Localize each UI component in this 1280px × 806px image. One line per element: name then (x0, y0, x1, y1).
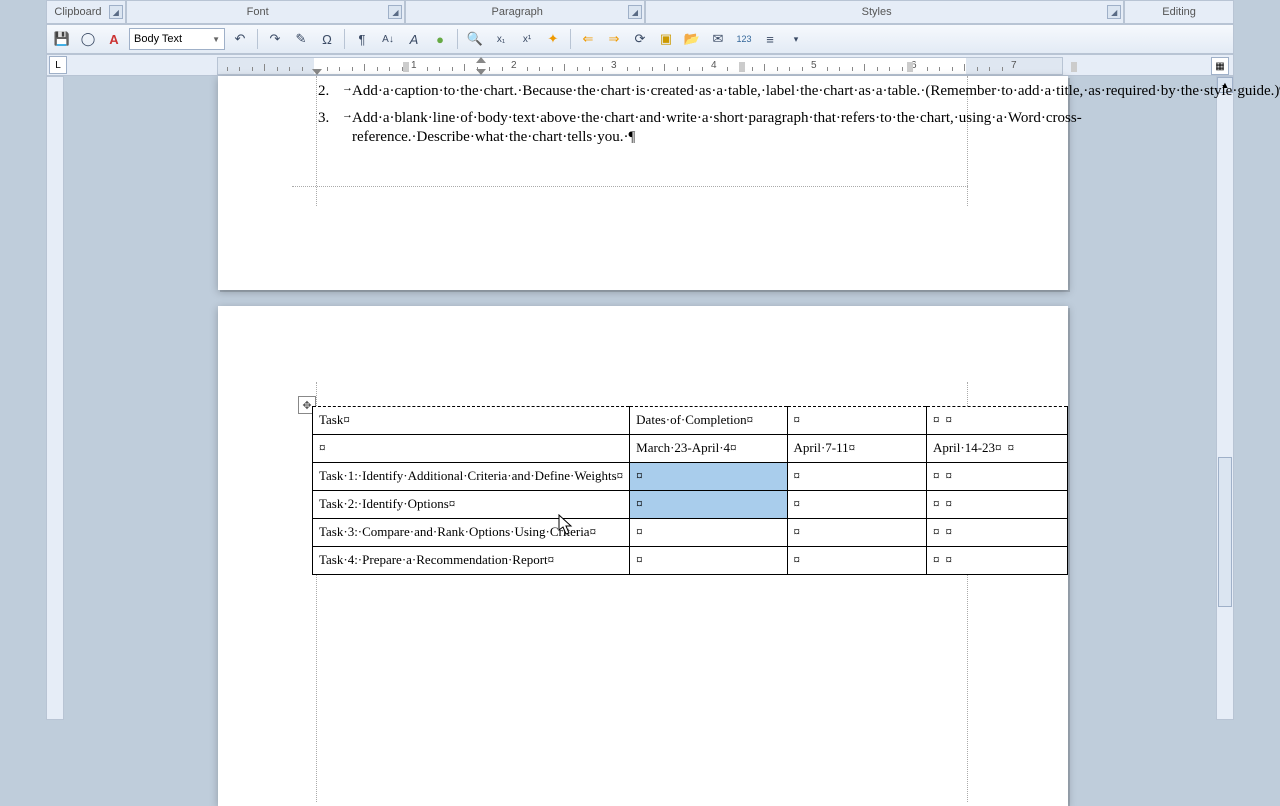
ribbon-group-styles: Styles◢ (645, 0, 1124, 24)
folder-icon[interactable]: ▣ (655, 28, 677, 50)
indent-icon[interactable]: ≡ (759, 28, 781, 50)
table-cell[interactable]: ¤ (787, 547, 926, 575)
list-item[interactable]: 3.→Add·a·blank·line·of·body·text·above·t… (318, 109, 938, 147)
ribbon-group-paragraph: Paragraph◢ (405, 0, 645, 24)
chevron-down-icon: ▼ (212, 35, 220, 44)
table-cell[interactable]: ¤¤ (926, 463, 1067, 491)
view-ruler-icon[interactable]: ▦ (1211, 57, 1229, 75)
strike-icon[interactable]: x₁ (490, 28, 512, 50)
dialog-launcher-icon[interactable]: ◢ (109, 5, 123, 19)
link-fwd-icon[interactable]: ⇒ (603, 28, 625, 50)
ruler-scale[interactable]: 1234567 (217, 57, 1063, 75)
scroll-thumb[interactable] (1218, 457, 1232, 607)
vertical-scrollbar[interactable]: ▲ (1216, 76, 1234, 720)
ribbon-group-clipboard: Clipboard◢ (46, 0, 126, 24)
redo-icon[interactable]: ↷ (264, 28, 286, 50)
table-cell[interactable]: Dates·of·Completion¤ (630, 407, 787, 435)
envelope-icon[interactable]: ✉ (707, 28, 729, 50)
table-cell[interactable]: ¤¤ (926, 547, 1067, 575)
quick-toolbar: 💾 ◯ A Body Text ▼ ↶ ↷ ✎ Ω ¶ A↓ A ● 🔍 x₁ … (46, 24, 1234, 54)
ribbon-group-label: Font (127, 6, 389, 18)
style-name: Body Text (134, 33, 182, 45)
clear-format-icon[interactable]: A (403, 28, 425, 50)
field-icon[interactable]: 123 (733, 28, 755, 50)
table-cell[interactable]: March·23-April·4¤ (630, 435, 787, 463)
ribbon-group-label: Editing (1125, 6, 1233, 18)
open-icon[interactable]: 📂 (681, 28, 703, 50)
dialog-launcher-icon[interactable]: ◢ (1107, 5, 1121, 19)
page-2: ✥ Task¤Dates·of·Completion¤¤¤¤¤March·23-… (218, 306, 1068, 806)
document-body[interactable]: 2.→Add·a·caption·to·the·chart.·Because·t… (318, 82, 938, 154)
ribbon-group-font: Font◢ (126, 0, 406, 24)
ribbon-group-label: Paragraph (406, 6, 628, 18)
refresh-icon[interactable]: ⟳ (629, 28, 651, 50)
table-cell[interactable]: ¤ (313, 435, 630, 463)
undo-icon[interactable]: ↶ (229, 28, 251, 50)
gantt-table[interactable]: Task¤Dates·of·Completion¤¤¤¤¤March·23-Ap… (312, 406, 1068, 575)
table-cell[interactable]: ¤¤ (926, 491, 1067, 519)
link-back-icon[interactable]: ⇐ (577, 28, 599, 50)
omega-icon[interactable]: Ω (316, 28, 338, 50)
table-cell[interactable]: ¤ (630, 547, 787, 575)
table-cell[interactable]: ¤ (630, 519, 787, 547)
table-cell[interactable]: ¤ (630, 491, 787, 519)
document-canvas: 2.→Add·a·caption·to·the·chart.·Because·t… (64, 76, 1214, 720)
format-painter-icon[interactable]: ✎ (290, 28, 312, 50)
table-cell[interactable]: Task·3:·Compare·and·Rank·Options·Using·C… (313, 519, 630, 547)
table-cell[interactable]: ¤¤ (926, 407, 1067, 435)
ribbon-group-editing: Editing (1124, 0, 1234, 24)
table-cell[interactable]: April·7-11¤ (787, 435, 926, 463)
horizontal-ruler: L 1234567 ▦ (46, 54, 1234, 76)
preview-icon[interactable]: ◯ (77, 28, 99, 50)
save-icon[interactable]: 💾 (51, 28, 73, 50)
style-selector[interactable]: Body Text ▼ (129, 28, 225, 50)
table-cell[interactable]: Task¤ (313, 407, 630, 435)
list-item[interactable]: 2.→Add·a·caption·to·the·chart.·Because·t… (318, 82, 938, 101)
table-cell[interactable]: ¤¤ (926, 519, 1067, 547)
insert-icon[interactable]: ✦ (542, 28, 564, 50)
ribbon-groups: Clipboard◢Font◢Paragraph◢Styles◢Editing (46, 0, 1234, 24)
table-cell[interactable]: April·14-23¤¤ (926, 435, 1067, 463)
highlight-icon[interactable]: ● (429, 28, 451, 50)
dialog-launcher-icon[interactable]: ◢ (628, 5, 642, 19)
dialog-launcher-icon[interactable]: ◢ (388, 5, 402, 19)
more-icon[interactable]: ▾ (785, 28, 807, 50)
table-cell[interactable]: ¤ (787, 463, 926, 491)
table-cell[interactable]: Task·4:·Prepare·a·Recommendation·Report¤ (313, 547, 630, 575)
table-cell[interactable]: ¤ (630, 463, 787, 491)
pilcrow-icon[interactable]: ¶ (351, 28, 373, 50)
ribbon-group-label: Clipboard (47, 6, 109, 18)
ribbon-group-label: Styles (646, 6, 1107, 18)
table-cell[interactable]: Task·2:·Identify·Options¤ (313, 491, 630, 519)
tab-selector[interactable]: L (49, 56, 67, 74)
sort-icon[interactable]: A↓ (377, 28, 399, 50)
zoom-icon[interactable]: 🔍 (464, 28, 486, 50)
table-cell[interactable]: Task·1:·Identify·Additional·Criteria·and… (313, 463, 630, 491)
table-cell[interactable]: ¤ (787, 407, 926, 435)
superscript-icon[interactable]: x¹ (516, 28, 538, 50)
table-cell[interactable]: ¤ (787, 491, 926, 519)
page-1: 2.→Add·a·caption·to·the·chart.·Because·t… (218, 76, 1068, 290)
mouse-cursor (558, 514, 574, 541)
font-color-icon[interactable]: A (103, 28, 125, 50)
vertical-ruler (46, 76, 64, 720)
table-cell[interactable]: ¤ (787, 519, 926, 547)
